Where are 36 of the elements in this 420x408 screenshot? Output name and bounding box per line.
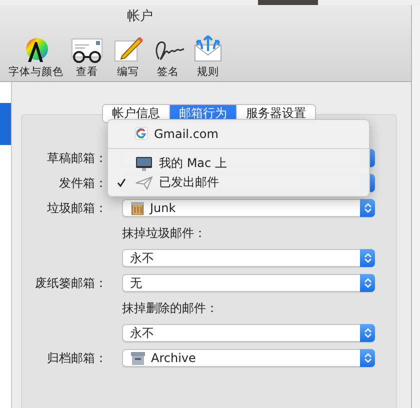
option-caption: 抹掉垃圾邮件： — [122, 225, 207, 242]
toolbar-button[interactable]: 字体与颜色 — [6, 29, 66, 79]
toolbar-button[interactable]: 编写 — [108, 29, 148, 79]
popup-button[interactable]: 永不 — [122, 324, 375, 342]
field-label: 草稿邮箱： — [46, 150, 107, 167]
popup-button[interactable]: Junk — [122, 199, 375, 217]
toolbar-button[interactable]: 规则 — [188, 29, 228, 79]
color-wheel-icon — [23, 37, 49, 63]
envelope-icon — [193, 33, 223, 63]
popup-button[interactable]: 永不 — [122, 249, 375, 267]
menu-item[interactable]: Gmail.com — [108, 124, 369, 143]
window-title: 帐户 — [126, 8, 154, 26]
paper-plane-icon — [135, 176, 153, 190]
popup-button[interactable]: 无 — [122, 274, 375, 292]
field-label: 垃圾邮箱： — [46, 200, 107, 217]
toolbar-button[interactable]: 查看 — [66, 29, 108, 79]
stepper-icon — [364, 352, 372, 364]
popup-button[interactable]: Archive — [122, 349, 375, 367]
field-label: 废纸篓邮箱： — [34, 275, 107, 292]
stepper-icon — [364, 252, 372, 264]
glasses-icon — [70, 37, 104, 63]
archive-box-icon — [130, 351, 146, 365]
stepper-icon — [364, 277, 372, 289]
stepper-icon — [364, 202, 372, 214]
field-label: 发件箱： — [58, 175, 107, 192]
option-caption: 抹掉删除的邮件： — [122, 300, 219, 317]
trash-can-icon — [130, 201, 145, 215]
menu-item[interactable]: 我的 Mac 上 — [108, 154, 369, 173]
menu-item[interactable]: 已发出邮件 — [108, 173, 369, 192]
google-logo-icon — [135, 127, 148, 140]
toolbar-button[interactable]: 签名 — [148, 29, 188, 79]
monitor-icon — [135, 156, 153, 172]
field-label: 归档邮箱： — [46, 350, 107, 367]
selected-account[interactable] — [0, 103, 11, 145]
pencil-icon — [113, 35, 143, 63]
stepper-icon — [364, 327, 372, 339]
